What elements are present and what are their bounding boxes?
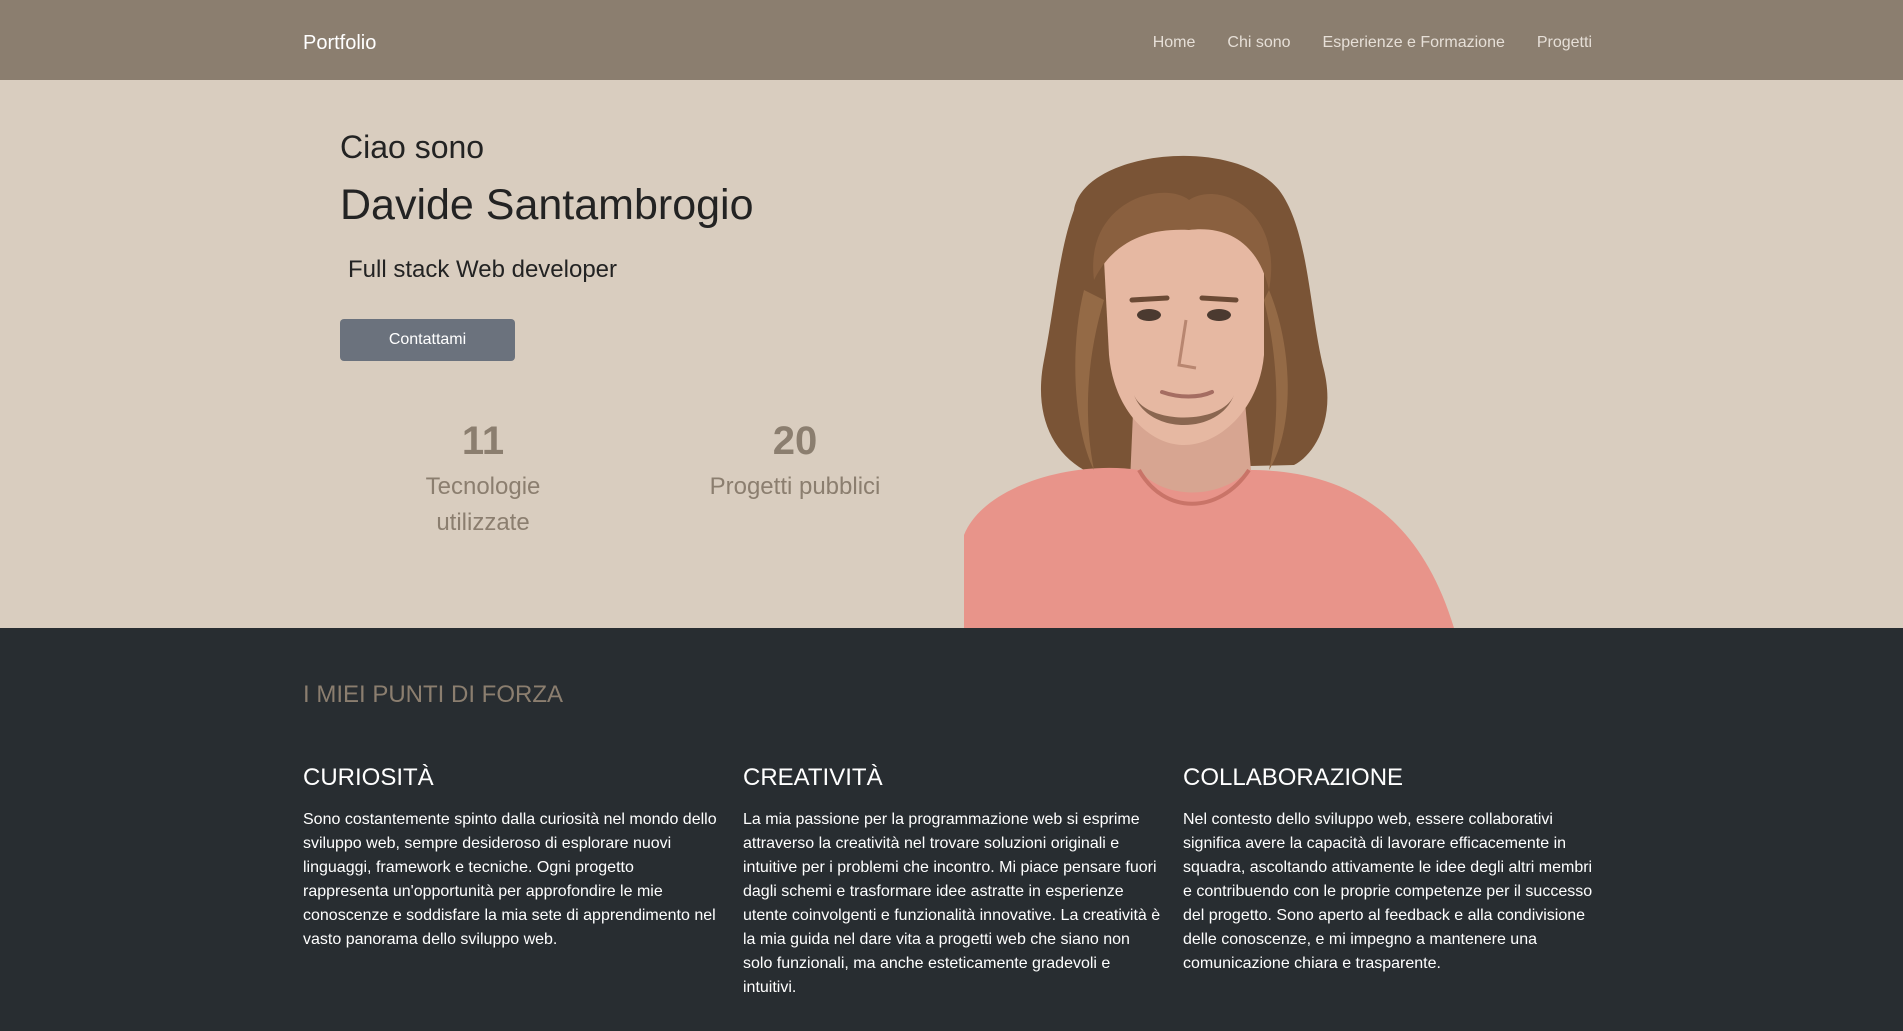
contact-button[interactable]: Contattami (340, 319, 515, 361)
nav-link-progetti[interactable]: Progetti (1537, 32, 1592, 54)
section-title: I MIEI PUNTI DI FORZA (303, 681, 564, 708)
strength-creativity: CREATIVITÀ La mia passione per la progra… (743, 762, 1163, 1000)
strength-text: Nel contesto dello sviluppo web, essere … (1183, 811, 1593, 972)
strength-collaboration: COLLABORAZIONE Nel contesto dello svilup… (1183, 762, 1603, 976)
stat-label: Progetti pubblici (709, 473, 881, 500)
strength-text: Sono costantemente spinto dalla curiosit… (303, 811, 717, 948)
strength-curiosity: CURIOSITÀ Sono costantemente spinto dall… (303, 762, 723, 952)
main-nav: Home Chi sono Esperienze e Formazione Pr… (1153, 32, 1592, 54)
hero-section: Ciao sono Davide Santambrogio Full stack… (0, 80, 1903, 628)
hero-name: Davide Santambrogio (340, 181, 754, 229)
navbar: Portfolio Home Chi sono Esperienze e For… (0, 0, 1903, 80)
stat-value: 11 (461, 419, 505, 463)
nav-link-home[interactable]: Home (1153, 32, 1196, 54)
nav-link-esperienze[interactable]: Esperienze e Formazione (1323, 32, 1505, 54)
stat-projects: 20 Progetti pubblici (695, 416, 895, 505)
hero-greeting: Ciao sono (340, 129, 485, 165)
stat-value: 20 (772, 419, 818, 463)
strength-text: La mia passione per la programmazione we… (743, 811, 1161, 996)
stat-label: Tecnologie utilizzate (425, 473, 541, 536)
profile-photo (964, 155, 1454, 628)
stat-technologies: 11 Tecnologie utilizzate (383, 416, 583, 541)
nav-link-chi-sono[interactable]: Chi sono (1227, 32, 1290, 54)
strength-heading: CURIOSITÀ (303, 764, 434, 791)
strength-heading: CREATIVITÀ (743, 764, 883, 791)
strength-heading: COLLABORAZIONE (1183, 764, 1404, 791)
brand-logo[interactable]: Portfolio (303, 30, 376, 56)
hero-role: Full stack Web developer (348, 256, 618, 283)
